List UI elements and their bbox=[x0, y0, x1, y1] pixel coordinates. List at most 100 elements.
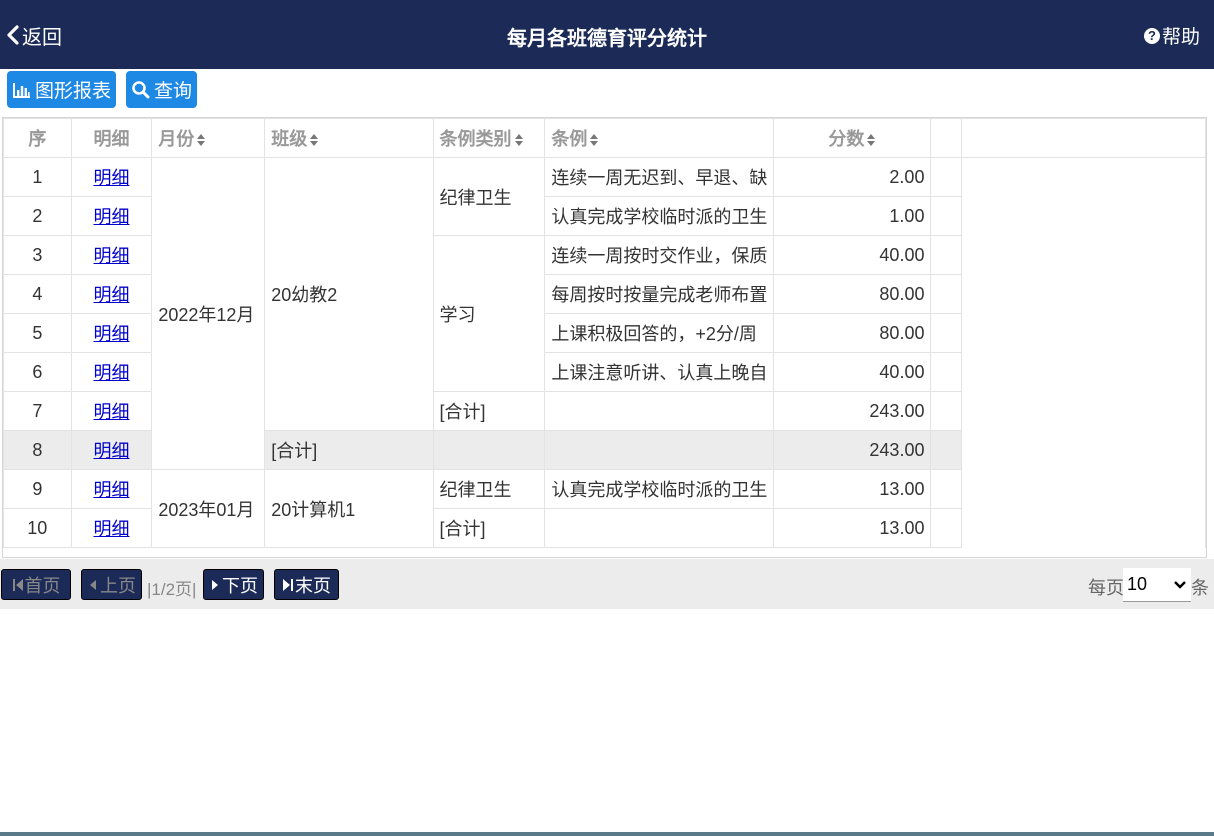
cell-rule: 连续一周无迟到、早退、缺 bbox=[544, 157, 775, 197]
cell-blank bbox=[930, 391, 963, 431]
detail-link[interactable]: 明细 bbox=[93, 285, 129, 305]
cell-detail: 明细 bbox=[70, 157, 153, 197]
cell-month: 2023年01月 bbox=[151, 469, 266, 548]
cell-seq: 2 bbox=[3, 196, 72, 236]
cell-seq: 4 bbox=[3, 274, 72, 314]
caret-right-icon bbox=[212, 579, 218, 590]
chevron-left-icon bbox=[7, 25, 19, 45]
per-page-unit: 条 bbox=[1191, 578, 1209, 598]
cell-detail: 明细 bbox=[70, 235, 153, 275]
cell-seq: 6 bbox=[3, 352, 72, 392]
sort-icon bbox=[867, 134, 876, 147]
chevron-down-icon bbox=[1174, 580, 1186, 589]
col-header-class[interactable]: 班级 bbox=[264, 118, 434, 158]
chart-report-button[interactable]: 图形报表 bbox=[7, 71, 117, 108]
cell-blank bbox=[930, 430, 963, 470]
col-header-rule[interactable]: 条例 bbox=[544, 118, 775, 158]
sort-icon bbox=[197, 134, 206, 147]
cell-seq: 1 bbox=[3, 157, 72, 197]
cell-blank bbox=[930, 469, 963, 509]
back-button[interactable]: 返回 bbox=[6, 22, 62, 49]
cell-category: [合计] bbox=[432, 391, 546, 431]
cell-score: 243.00 bbox=[773, 391, 932, 431]
help-label: 帮助 bbox=[1161, 27, 1200, 48]
detail-link[interactable]: 明细 bbox=[93, 207, 129, 227]
data-grid: 序 明细 月份 班级 条例类别 条例 分数 1 明细 2022年12月 20幼教… bbox=[2, 117, 1207, 558]
prev-page-button[interactable]: 上页 bbox=[81, 569, 142, 600]
cell-detail: 明细 bbox=[70, 196, 153, 236]
detail-link[interactable]: 明细 bbox=[93, 519, 129, 539]
col-header-blank bbox=[930, 118, 963, 158]
per-page-label: 每页 bbox=[1088, 578, 1124, 598]
detail-link[interactable]: 明细 bbox=[93, 441, 129, 461]
detail-link[interactable]: 明细 bbox=[93, 480, 129, 500]
cell-class: [合计] bbox=[264, 430, 434, 470]
cell-rule bbox=[544, 430, 775, 470]
cell-category: 学习 bbox=[432, 235, 546, 392]
per-page-select[interactable]: 10 bbox=[1123, 568, 1191, 602]
col-header-detail: 明细 bbox=[70, 118, 153, 158]
first-page-button[interactable]: 首页 bbox=[1, 569, 71, 600]
cell-rule: 上课注意听讲、认真上晚自 bbox=[544, 352, 775, 392]
col-header-score[interactable]: 分数 bbox=[773, 118, 932, 158]
cell-category: 纪律卫生 bbox=[432, 469, 546, 509]
col-header-category[interactable]: 条例类别 bbox=[432, 118, 546, 158]
cell-blank bbox=[930, 313, 963, 353]
cell-score: 40.00 bbox=[773, 352, 932, 392]
detail-link[interactable]: 明细 bbox=[93, 246, 129, 266]
cell-score: 1.00 bbox=[773, 196, 932, 236]
detail-link[interactable]: 明细 bbox=[93, 168, 129, 188]
cell-score: 40.00 bbox=[773, 235, 932, 275]
last-page-button[interactable]: 末页 bbox=[274, 569, 339, 600]
cell-score: 243.00 bbox=[773, 430, 932, 470]
cell-score: 13.00 bbox=[773, 508, 932, 548]
col-header-filler bbox=[961, 118, 1206, 158]
page-info: |1/2页| bbox=[147, 580, 197, 599]
score-table: 序 明细 月份 班级 条例类别 条例 分数 1 明细 2022年12月 20幼教… bbox=[3, 118, 1206, 548]
first-page-icon bbox=[12, 578, 23, 591]
detail-link[interactable]: 明细 bbox=[93, 363, 129, 383]
cell-rule: 认真完成学校临时派的卫生 bbox=[544, 196, 775, 236]
sort-icon bbox=[590, 134, 599, 147]
cell-score: 80.00 bbox=[773, 313, 932, 353]
help-button[interactable]: ? 帮助 bbox=[1143, 22, 1200, 49]
table-header-row: 序 明细 月份 班级 条例类别 条例 分数 bbox=[3, 118, 1206, 158]
last-page-icon bbox=[283, 578, 293, 591]
cell-blank bbox=[930, 157, 963, 197]
top-bar: 返回 每月各班德育评分统计 ? 帮助 bbox=[0, 0, 1214, 69]
query-button[interactable]: 查询 bbox=[126, 71, 198, 108]
cell-rule bbox=[544, 391, 775, 431]
detail-link[interactable]: 明细 bbox=[93, 324, 129, 344]
cell-filler bbox=[961, 157, 1206, 548]
cell-rule: 每周按时按量完成老师布置 bbox=[544, 274, 775, 314]
chart-report-label: 图形报表 bbox=[35, 81, 112, 102]
cell-blank bbox=[930, 274, 963, 314]
cell-detail: 明细 bbox=[70, 391, 153, 431]
cell-detail: 明细 bbox=[70, 508, 153, 548]
cell-detail: 明细 bbox=[70, 469, 153, 509]
cell-rule: 认真完成学校临时派的卫生 bbox=[544, 469, 775, 509]
back-label: 返回 bbox=[22, 26, 62, 49]
col-header-seq: 序 bbox=[3, 118, 72, 158]
search-icon bbox=[132, 80, 150, 98]
bar-chart-icon bbox=[13, 82, 30, 98]
cell-detail: 明细 bbox=[70, 313, 153, 353]
cell-seq: 8 bbox=[3, 430, 72, 470]
cell-score: 80.00 bbox=[773, 274, 932, 314]
next-page-button[interactable]: 下页 bbox=[203, 569, 264, 600]
cell-seq: 10 bbox=[3, 508, 72, 548]
col-header-month[interactable]: 月份 bbox=[151, 118, 266, 158]
table-row: 1 明细 2022年12月 20幼教2 纪律卫生 连续一周无迟到、早退、缺 2.… bbox=[3, 157, 1206, 548]
page-title: 每月各班德育评分统计 bbox=[507, 28, 707, 50]
sort-icon bbox=[514, 134, 523, 147]
question-circle-icon: ? bbox=[1143, 27, 1160, 44]
cell-rule: 连续一周按时交作业，保质 bbox=[544, 235, 775, 275]
cell-detail: 明细 bbox=[70, 274, 153, 314]
cell-score: 13.00 bbox=[773, 469, 932, 509]
caret-left-icon bbox=[90, 579, 96, 590]
cell-class: 20幼教2 bbox=[264, 157, 434, 431]
detail-link[interactable]: 明细 bbox=[93, 402, 129, 422]
cell-category: [合计] bbox=[432, 508, 546, 548]
cell-blank bbox=[930, 235, 963, 275]
cell-blank bbox=[930, 508, 963, 548]
